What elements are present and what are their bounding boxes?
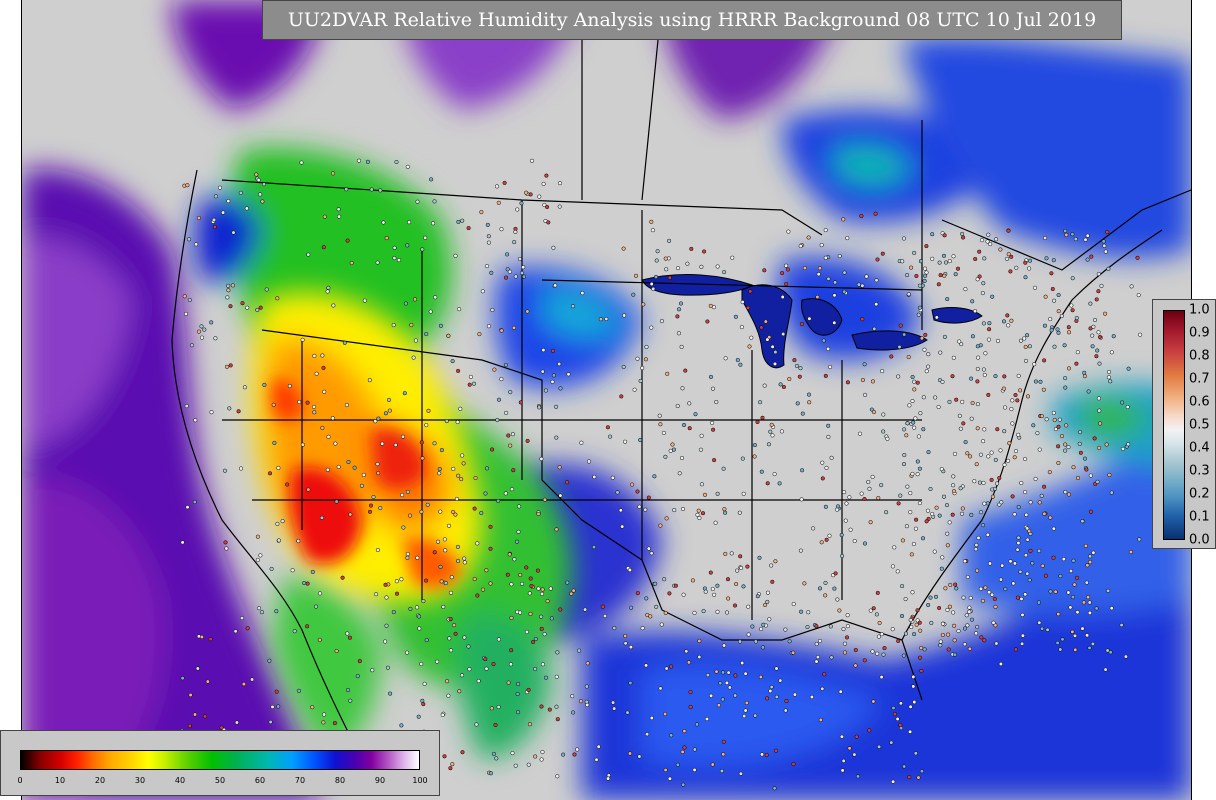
rh-fraction-tick-label: 0.2	[1189, 486, 1210, 502]
rh-percent-tick-label: 10	[54, 776, 66, 785]
rh-fraction-colorbar: 1.0 0.9 0.8 0.7 0.6 0.5 0.4 0.3 0.2 0.1 0.0	[1152, 299, 1216, 549]
rh-percent-tick-label: 80	[334, 776, 346, 785]
rh-fraction-tick-label: 1.0	[1189, 302, 1210, 318]
rh-percent-colorbar-gradient	[20, 750, 420, 770]
map-title: UU2DVAR Relative Humidity Analysis using…	[262, 0, 1122, 40]
rh-percent-tick-label: 100	[412, 776, 428, 785]
rh-percent-tick-label: 60	[254, 776, 266, 785]
rh-fraction-tick-label: 0.5	[1189, 417, 1210, 433]
rh-percent-tick-label: 40	[174, 776, 186, 785]
rh-percent-tick-label: 20	[94, 776, 106, 785]
rh-percent-colorbar: 0 10 20 30 40 50 60 70 80 90 100	[0, 730, 440, 796]
rh-map	[22, 0, 1191, 800]
rh-fraction-tick-label: 0.0	[1189, 532, 1210, 548]
rh-fraction-colorbar-gradient	[1163, 310, 1185, 540]
rh-fraction-tick-label: 0.7	[1189, 371, 1210, 387]
rh-fraction-tick-label: 0.8	[1189, 348, 1210, 364]
rh-percent-tick-label: 30	[134, 776, 146, 785]
map-panel: UU2DVAR Relative Humidity Analysis using…	[21, 0, 1192, 800]
rh-fraction-tick-label: 0.1	[1189, 509, 1210, 525]
rh-percent-tick-label: 70	[294, 776, 306, 785]
rh-percent-tick-label: 0	[17, 776, 23, 785]
rh-fraction-tick-label: 0.3	[1189, 463, 1210, 479]
rh-fraction-tick-label: 0.6	[1189, 394, 1210, 410]
rh-percent-tick-label: 90	[374, 776, 386, 785]
rh-percent-tick-label: 50	[214, 776, 226, 785]
rh-fraction-tick-label: 0.9	[1189, 325, 1210, 341]
rh-fraction-tick-label: 0.4	[1189, 440, 1210, 456]
